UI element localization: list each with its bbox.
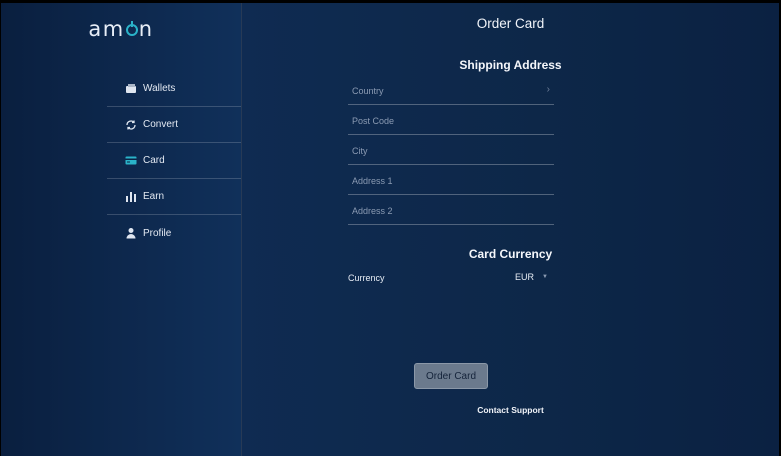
page-title: Order Card [476, 16, 545, 31]
address-1-field[interactable] [348, 170, 554, 195]
contact-support-link[interactable]: Contact Support [242, 405, 779, 415]
sidebar-item-card[interactable]: Card [107, 143, 241, 179]
wallet-icon [125, 83, 137, 95]
app-window: am n Wallets Convert Card Earn Profile O… [1, 3, 779, 456]
country-input[interactable] [348, 80, 542, 102]
currency-row: Currency EUR ▼ [348, 271, 548, 287]
user-icon [125, 227, 137, 239]
post-code-input[interactable] [348, 110, 542, 132]
shipping-address-heading: Shipping Address [459, 58, 562, 72]
address-1-input[interactable] [348, 170, 542, 192]
sidebar-item-convert[interactable]: Convert [107, 107, 241, 143]
sidebar: am n Wallets Convert Card Earn Profile [1, 3, 242, 456]
sidebar-item-profile[interactable]: Profile [107, 215, 241, 251]
currency-value: EUR [515, 272, 535, 282]
post-code-field[interactable] [348, 110, 554, 135]
convert-icon [125, 119, 137, 131]
sidebar-item-label: Wallets [143, 83, 176, 94]
sidebar-item-label: Profile [143, 227, 172, 239]
card-currency-heading: Card Currency [468, 247, 553, 261]
logo-text-suffix: n [138, 17, 154, 41]
sidebar-nav: Wallets Convert Card Earn Profile [107, 71, 241, 251]
currency-label: Currency [348, 273, 385, 283]
amon-logo: am n [1, 17, 241, 41]
main-content: Order Card Shipping Address › Card Curre… [242, 3, 779, 456]
logo-power-icon [125, 21, 138, 36]
sidebar-item-label: Earn [143, 191, 165, 202]
sidebar-item-earn[interactable]: Earn [107, 179, 241, 215]
sidebar-item-label: Convert [143, 119, 179, 130]
chevron-right-icon: › [546, 84, 550, 95]
order-card-button[interactable]: Order Card [414, 363, 488, 389]
sidebar-item-label: Card [143, 155, 165, 166]
currency-select[interactable]: EUR ▼ [515, 272, 548, 282]
card-icon [125, 155, 137, 167]
country-field[interactable]: › [348, 80, 554, 105]
city-input[interactable] [348, 140, 542, 162]
logo-text-prefix: am [88, 17, 125, 41]
address-2-field[interactable] [348, 200, 554, 225]
bar-chart-icon [125, 191, 137, 203]
address-2-input[interactable] [348, 200, 542, 222]
sidebar-item-wallets[interactable]: Wallets [107, 71, 241, 107]
caret-down-icon: ▼ [542, 274, 548, 280]
city-field[interactable] [348, 140, 554, 165]
